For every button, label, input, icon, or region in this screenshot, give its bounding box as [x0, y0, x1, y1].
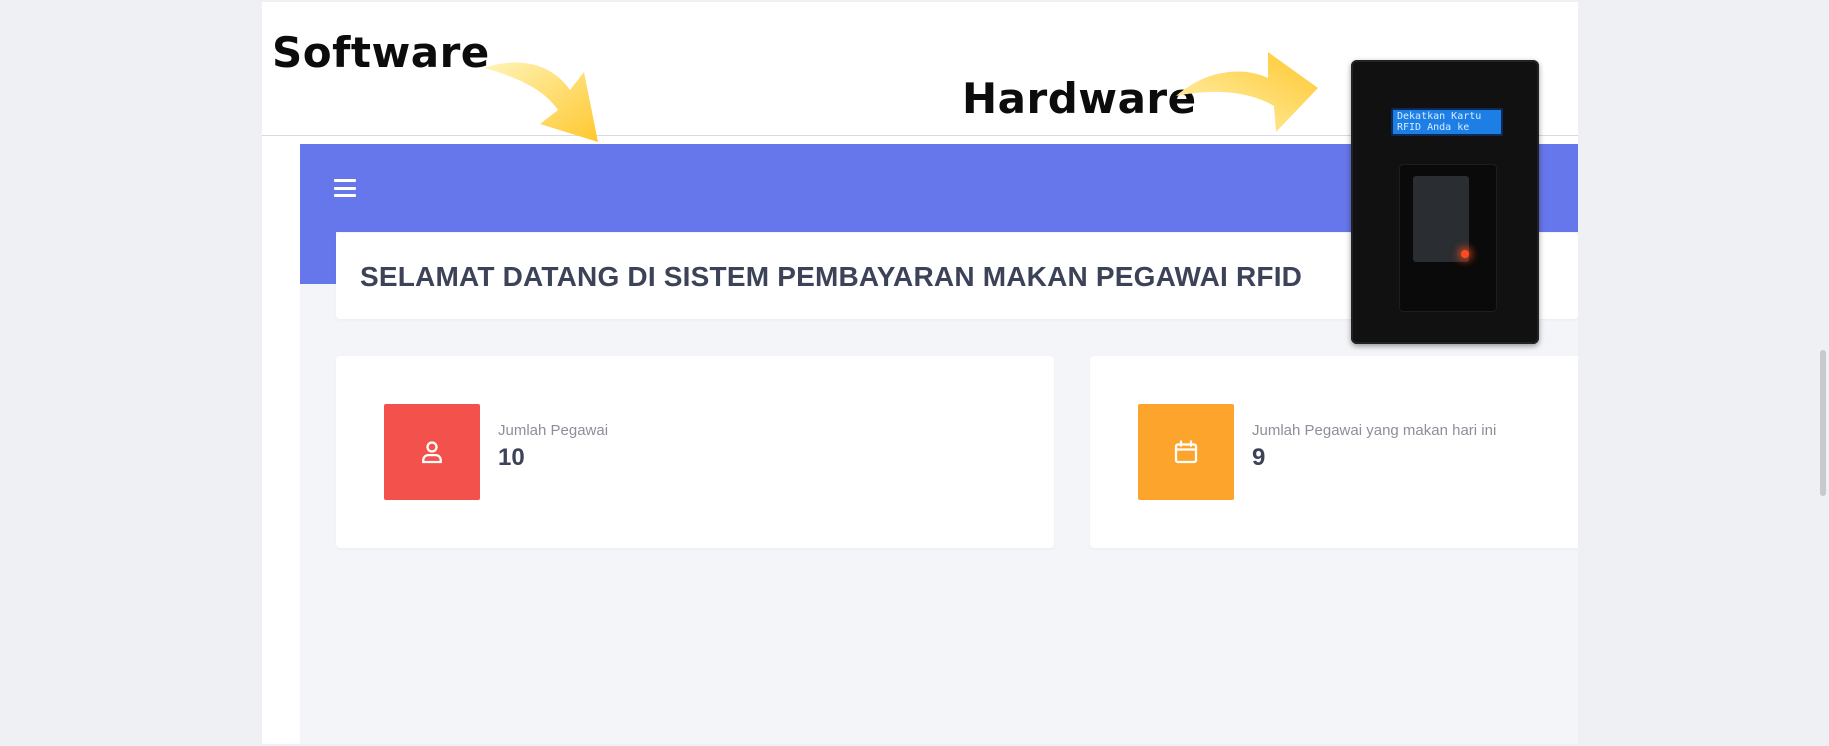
- header-extension: [300, 232, 336, 284]
- user-icon: [422, 441, 442, 464]
- rfid-module: [1413, 176, 1469, 262]
- lcd-line: RFID Anda ke: [1397, 122, 1470, 133]
- arrow-icon: [484, 62, 598, 142]
- status-led: [1461, 250, 1469, 258]
- stat-label: Jumlah Pegawai yang makan hari ini: [1252, 422, 1497, 439]
- rfid-reader: [1399, 164, 1497, 312]
- lcd-display: Dekatkan Kartu RFID Anda ke: [1391, 108, 1503, 136]
- stat-value: 10: [498, 444, 525, 471]
- hamburger-icon[interactable]: [334, 179, 356, 197]
- stat-icon-box: [384, 404, 480, 500]
- stat-icon-box: [1138, 404, 1234, 500]
- lcd-line: Dekatkan Kartu: [1397, 111, 1482, 122]
- scrollbar[interactable]: [1820, 350, 1826, 496]
- stat-card-employees: Jumlah Pegawai 10: [336, 356, 1054, 548]
- rfid-device-photo: Dekatkan Kartu RFID Anda ke: [1351, 60, 1539, 344]
- hardware-label: Hardware: [962, 74, 1197, 123]
- software-label: Software: [272, 28, 490, 77]
- stat-value: 9: [1252, 444, 1266, 471]
- page-title: SELAMAT DATANG DI SISTEM PEMBAYARAN MAKA…: [360, 261, 1303, 292]
- calendar-icon: [1174, 440, 1198, 464]
- arrow-icon: [1176, 52, 1318, 132]
- sidebar-strip: [262, 142, 300, 744]
- stat-label: Jumlah Pegawai: [498, 422, 609, 439]
- stat-card-meals-today: Jumlah Pegawai yang makan hari ini 9: [1090, 356, 1578, 548]
